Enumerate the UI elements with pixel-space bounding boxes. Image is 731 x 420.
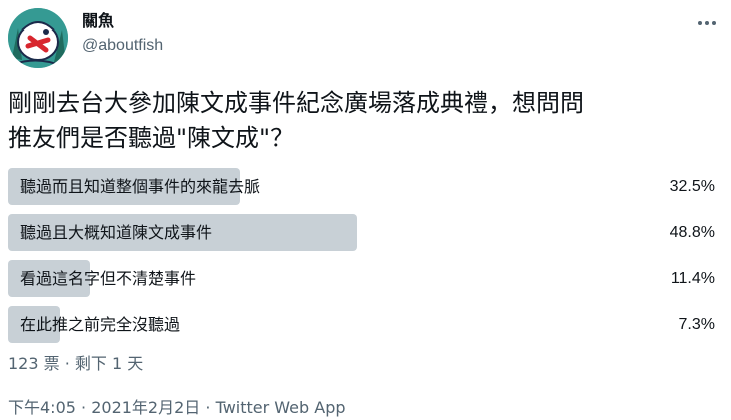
tweet-time: 下午4:05: [8, 398, 76, 417]
poll-option-percent: 7.3%: [678, 316, 715, 333]
poll-option: 在此推之前完全沒聽過 7.3%: [8, 306, 723, 343]
tweet-timestamp: 下午4:05 · 2021年2月2日 · Twitter Web App: [8, 396, 346, 420]
poll-option-label: 聽過而且知道整個事件的來龍去脈: [20, 177, 261, 196]
author-handle[interactable]: @aboutfish: [82, 36, 163, 56]
poll-option: 看過這名字但不清楚事件 11.4%: [8, 260, 723, 297]
poll-time-remaining: 剩下 1 天: [74, 354, 144, 373]
poll: 聽過而且知道整個事件的來龍去脈 32.5% 聽過且大概知道陳文成事件 48.8% 看過這…: [8, 168, 723, 352]
poll-option-label: 聽過且大概知道陳文成事件: [20, 223, 213, 242]
tweet-source-link[interactable]: Twitter Web App: [216, 398, 346, 417]
poll-option-percent: 32.5%: [669, 178, 715, 195]
poll-option-label: 在此推之前完全沒聽過: [20, 315, 181, 334]
more-options-button[interactable]: [690, 10, 724, 36]
fish-avatar-icon: [8, 8, 68, 68]
poll-vote-count: 123 票: [8, 354, 60, 373]
separator: ·: [200, 398, 216, 417]
poll-option-percent: 11.4%: [670, 270, 715, 287]
poll-option: 聽過而且知道整個事件的來龍去脈 32.5%: [8, 168, 723, 205]
poll-option-percent: 48.8%: [669, 224, 715, 241]
more-horizontal-icon: [697, 21, 718, 25]
poll-option-label: 看過這名字但不清楚事件: [20, 269, 197, 288]
author-display-name[interactable]: 關魚: [82, 12, 114, 32]
poll-option: 聽過且大概知道陳文成事件 48.8%: [8, 214, 723, 251]
tweet-date: 2021年2月2日: [91, 398, 201, 417]
tweet-text: 剛剛去台大參加陳文成事件紀念廣場落成典禮，想問問 推友們是否聽過"陳文成"？: [8, 89, 584, 152]
tweet-card: 關魚 @aboutfish 剛剛去台大參加陳文成事件紀念廣場落成典禮，想問問 推…: [0, 0, 731, 420]
tweet-time-link[interactable]: 下午4:05 · 2021年2月2日: [8, 398, 200, 417]
separator: ·: [75, 398, 92, 417]
poll-meta: 123 票 · 剩下 1 天: [8, 352, 143, 376]
avatar[interactable]: [8, 8, 68, 68]
separator: ·: [59, 354, 75, 373]
